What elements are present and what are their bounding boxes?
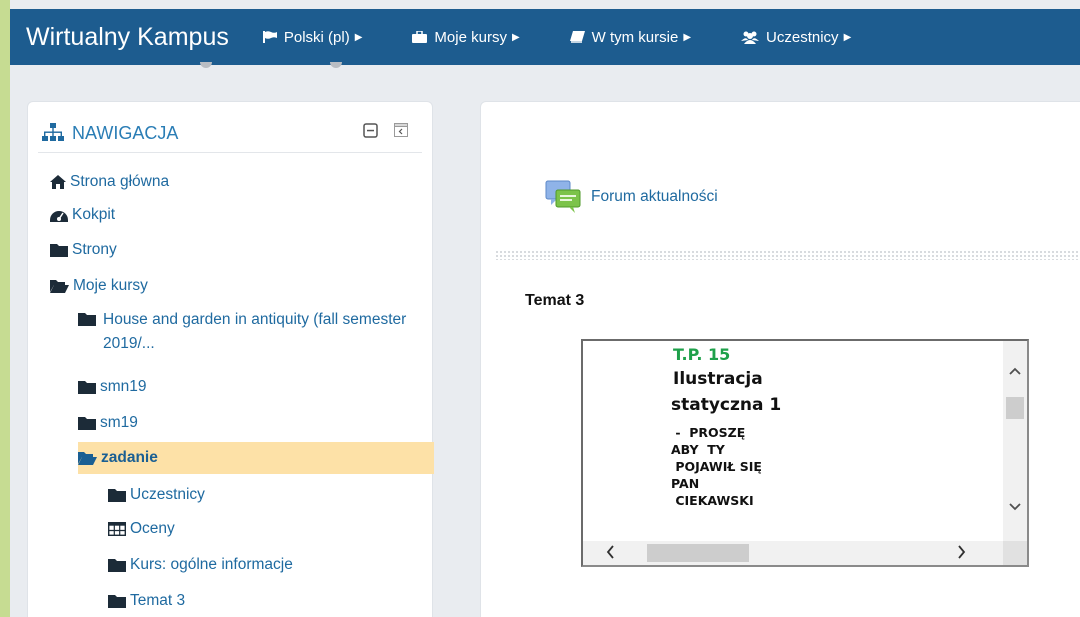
navigation-block-title: NAWIGACJA (72, 122, 179, 143)
scrollbar-corner (1003, 541, 1027, 565)
block-actions (363, 123, 408, 138)
page-canvas: Wirtualny Kampus Polski (pl) ▶ Moje kurs… (10, 0, 1080, 617)
navigation-block: NAWIGACJA Strona główna Kokpit Strony Mo… (27, 101, 434, 617)
forum-icon (545, 180, 581, 214)
folder-icon (50, 243, 68, 257)
nav-item-participants[interactable]: Uczestnicy (108, 485, 205, 505)
horizontal-scroll-thumb[interactable] (647, 544, 749, 562)
participants-menu[interactable]: Uczestnicy ▶ (741, 29, 851, 46)
embedded-text-line: Ilustracja (673, 369, 763, 389)
users-icon (741, 31, 760, 44)
embedded-content: T.P. 15 Ilustracja statyczna 1 - PROSZĘ … (671, 345, 871, 510)
table-icon (108, 522, 126, 536)
sitemap-icon (42, 123, 64, 143)
nav-item-label: Kurs: ogólne informacje (130, 556, 293, 573)
my-courses-menu[interactable]: Moje kursy ▶ (412, 28, 520, 46)
nav-item-course-general-info[interactable]: Kurs: ogólne informacje (108, 555, 293, 575)
forum-news-link[interactable]: Forum aktualności (545, 180, 718, 214)
caret-right-icon: ▶ (354, 31, 363, 43)
embedded-text-line: PAN (671, 476, 700, 491)
navbar-menu: Polski (pl) ▶ Moje kursy ▶ W tym kursie … (262, 9, 851, 65)
embedded-text-line: - PROSZĘ (671, 425, 746, 440)
nav-item-label: Kokpit (72, 206, 116, 223)
embedded-text-line: statyczna 1 (671, 395, 782, 415)
book-icon (569, 31, 585, 43)
dashboard-icon (50, 208, 68, 222)
caret-right-icon: ▶ (843, 31, 852, 43)
embedded-content-frame[interactable]: T.P. 15 Ilustracja statyczna 1 - PROSZĘ … (581, 339, 1029, 567)
flag-icon (262, 31, 277, 43)
caret-right-icon: ▶ (511, 31, 520, 43)
nav-item-course-house-and-garden[interactable]: House and garden in antiquity (fall seme… (78, 308, 428, 356)
nav-item-label: smn19 (100, 378, 147, 395)
forum-news-label: Forum aktualności (591, 188, 718, 205)
scroll-left-icon[interactable] (605, 544, 615, 565)
folder-icon (78, 416, 96, 430)
language-menu[interactable]: Polski (pl) ▶ (262, 28, 363, 46)
navigation-block-header: NAWIGACJA (42, 118, 418, 148)
folder-open-icon (50, 279, 69, 293)
embedded-text-line: ABY TY (671, 442, 725, 457)
top-navbar: Wirtualny Kampus Polski (pl) ▶ Moje kurs… (10, 9, 1080, 65)
folder-icon (78, 312, 96, 326)
this-course-menu-label: W tym kursie (591, 28, 679, 46)
nav-item-pages[interactable]: Strony (50, 240, 117, 260)
section-title: Temat 3 (525, 292, 585, 309)
nav-item-label: Temat 3 (130, 592, 186, 609)
nav-item-grades[interactable]: Oceny (108, 519, 175, 539)
scroll-right-icon[interactable] (957, 544, 967, 565)
folder-icon (108, 488, 126, 502)
scroll-down-icon[interactable] (1003, 499, 1027, 517)
my-courses-menu-label: Moje kursy (434, 28, 507, 46)
divider (38, 152, 422, 153)
nav-item-zadanie[interactable]: zadanie (78, 442, 434, 474)
nav-item-label: Strona główna (70, 173, 170, 190)
site-brand[interactable]: Wirtualny Kampus (26, 23, 229, 52)
caret-right-icon: ▶ (683, 31, 692, 43)
folder-icon (78, 380, 96, 394)
nav-item-topic-3[interactable]: Temat 3 (108, 591, 185, 611)
nav-item-home[interactable]: Strona główna (50, 172, 169, 192)
collapse-icon[interactable] (363, 123, 378, 138)
nav-item-label: Moje kursy (73, 277, 148, 294)
vertical-scrollbar[interactable] (1003, 341, 1027, 541)
this-course-menu[interactable]: W tym kursie ▶ (569, 28, 692, 46)
nav-item-label: Uczestnicy (130, 486, 205, 503)
horizontal-scrollbar[interactable] (583, 541, 1003, 565)
folder-icon (108, 558, 126, 572)
nav-item-label: House and garden in antiquity (fall seme… (103, 311, 407, 352)
nav-item-sm19[interactable]: sm19 (78, 413, 138, 433)
nav-item-label: Oceny (130, 520, 175, 537)
home-icon (50, 175, 66, 189)
language-menu-label: Polski (pl) (283, 28, 350, 46)
scroll-up-icon[interactable] (1003, 363, 1027, 381)
section-divider (495, 250, 1080, 260)
nav-item-label: sm19 (100, 414, 138, 431)
breadcrumb-separator-icon (200, 62, 212, 68)
embedded-text-line: CIEKAWSKI (671, 493, 754, 508)
nav-item-dashboard[interactable]: Kokpit (50, 205, 115, 225)
dock-icon[interactable] (394, 123, 408, 138)
nav-item-label: zadanie (101, 449, 158, 466)
nav-item-my-courses[interactable]: Moje kursy (50, 276, 148, 296)
embedded-heading: T.P. 15 (673, 345, 731, 364)
nav-item-label: Strony (72, 241, 117, 258)
briefcase-icon (412, 31, 428, 43)
breadcrumb (50, 62, 350, 68)
main-content: Forum aktualności Temat 3 T.P. 15 Ilustr… (480, 101, 1080, 617)
breadcrumb-separator-icon (330, 62, 342, 68)
nav-item-smn19[interactable]: smn19 (78, 377, 147, 397)
folder-icon (108, 594, 126, 608)
participants-menu-label: Uczestnicy (766, 28, 839, 46)
folder-open-icon (78, 451, 97, 465)
vertical-scroll-thumb[interactable] (1006, 397, 1024, 419)
embedded-text-line: POJAWIŁ SIĘ (671, 459, 762, 474)
